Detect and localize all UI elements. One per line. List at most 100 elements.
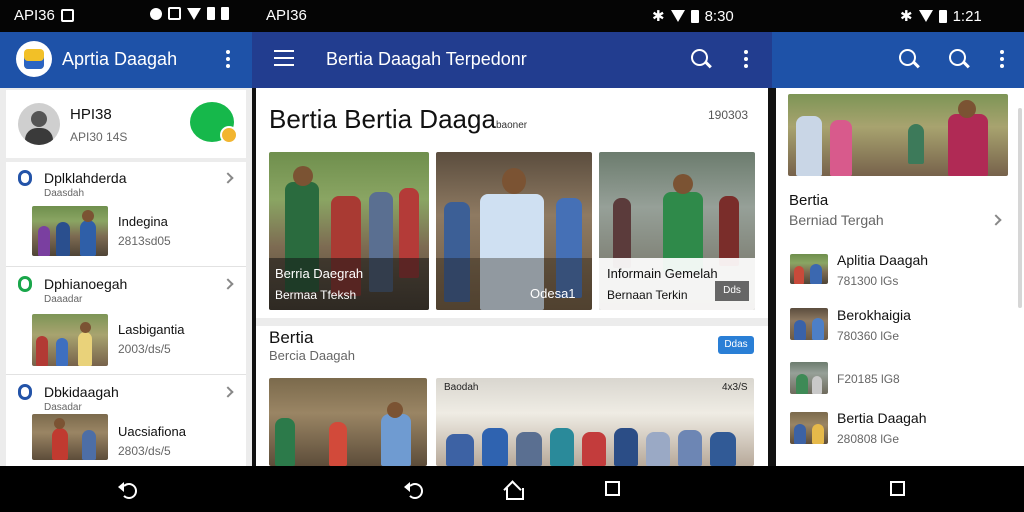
- featured-label: Berria Daegrah Bermaa Tfeksh: [269, 258, 429, 310]
- profile-name: HPI38: [70, 106, 112, 123]
- thumbnail[interactable]: [32, 414, 108, 460]
- profile-sub: API30 14S: [70, 130, 128, 144]
- chevron-right-icon[interactable]: [990, 214, 1002, 226]
- middle-panel: Bertia Bertia Daaga baoner 190303 Berria…: [256, 88, 768, 466]
- right-app-bar: [772, 32, 1024, 88]
- featured-sub: Bermaa Tfeksh: [275, 288, 357, 302]
- battery-icon-right: [938, 9, 947, 23]
- profile-card[interactable]: HPI38 API30 14S: [6, 90, 246, 158]
- headline: Bertia Bertia Daaga: [269, 104, 496, 134]
- category-icon-green: [18, 276, 32, 292]
- home-icon[interactable]: [504, 480, 524, 500]
- thumbnail[interactable]: [32, 206, 108, 256]
- menu-icon[interactable]: [274, 50, 294, 71]
- list-item-sub: 780360 lGe: [837, 329, 900, 343]
- recents-icon[interactable]: [605, 481, 620, 496]
- navigation-bar: [0, 466, 1024, 512]
- category-title[interactable]: Dbkidaagah: [44, 384, 119, 400]
- divider: [6, 266, 246, 267]
- featured-sub: Odesa1: [530, 286, 576, 301]
- category-sub: Berniad Tergah: [789, 212, 884, 228]
- grid-card[interactable]: [269, 378, 427, 466]
- item-sub: 2803/ds/5: [118, 444, 171, 458]
- category-title[interactable]: Dphianoegah: [44, 276, 127, 292]
- section-divider: [256, 318, 768, 326]
- status-bar: API36 API36 ✱ 8:30 ✱ 1:21: [0, 0, 1024, 32]
- item-title: Indegina: [118, 214, 168, 229]
- featured-label: Odesa1: [436, 258, 592, 310]
- grid-meta: 4x3/S: [722, 382, 748, 393]
- shield-icon: [168, 7, 181, 20]
- featured-title: Berria Daegrah: [275, 266, 364, 281]
- search-icon-right-2[interactable]: [948, 48, 970, 70]
- list-item-title[interactable]: Bertia Daagah: [837, 410, 927, 426]
- wifi-icon-right: [918, 10, 933, 22]
- item-title: Uacsiafiona: [118, 424, 186, 439]
- list-item-thumb[interactable]: [790, 362, 828, 394]
- chevron-right-icon[interactable]: [222, 278, 234, 290]
- search-icon-right-1[interactable]: [898, 48, 920, 70]
- wifi-icon: [670, 10, 685, 22]
- signal-icon: [187, 7, 201, 20]
- list-item-thumb[interactable]: [790, 308, 828, 340]
- grid-label: Baodah: [444, 382, 479, 393]
- category-sub: Daaadar: [44, 294, 83, 305]
- thumbnail[interactable]: [32, 314, 108, 366]
- status-icons-mid: ✱ 8:30: [652, 7, 734, 26]
- chevron-right-icon[interactable]: [222, 386, 234, 398]
- bluetooth-icon-right: ✱: [900, 8, 913, 25]
- recents-icon-right[interactable]: [890, 481, 905, 496]
- battery-icon-2: [221, 7, 229, 20]
- api-label-mid: API36: [266, 7, 307, 24]
- checkbox-icon: [60, 9, 74, 22]
- category-title[interactable]: Dplklahderda: [44, 170, 127, 186]
- avatar: [18, 103, 60, 145]
- category-sub: Daasdah: [44, 188, 85, 199]
- right-panel: Bertia Berniad Tergah Aplitia Daagah 781…: [776, 88, 1024, 466]
- featured-sub: Bernaan Terkin: [607, 288, 688, 302]
- list-item-thumb[interactable]: [790, 412, 828, 444]
- list-item-sub: F20185 lG8: [837, 372, 900, 386]
- featured-tag[interactable]: Dds: [715, 281, 749, 301]
- chevron-right-icon[interactable]: [222, 172, 234, 184]
- item-title: Lasbigantia: [118, 322, 185, 337]
- left-app-title: Aprtia Daagah: [62, 49, 178, 69]
- item-sub: 2003/ds/5: [118, 342, 171, 356]
- status-icons-left: [150, 7, 229, 20]
- search-icon[interactable]: [690, 48, 712, 70]
- featured-card[interactable]: Odesa1: [436, 152, 592, 310]
- left-overflow-menu-icon[interactable]: [226, 50, 230, 71]
- grid-card[interactable]: Baodah 4x3/S: [436, 378, 754, 466]
- battery-icon-mid: [690, 9, 699, 23]
- back-icon[interactable]: [118, 480, 137, 499]
- bluetooth-icon: ✱: [652, 8, 665, 25]
- back-icon-mid[interactable]: [404, 480, 423, 499]
- category-icon: [18, 384, 32, 400]
- scrollbar[interactable]: [1018, 108, 1022, 308]
- featured-card[interactable]: Berria Daegrah Bermaa Tfeksh: [269, 152, 429, 310]
- chat-bubble-icon[interactable]: [190, 102, 238, 144]
- category-sub: Dasadar: [44, 402, 82, 413]
- featured-card[interactable]: Informain Gemelah Bernaan Terkin Dds: [599, 152, 755, 310]
- list-item-title[interactable]: Berokhaigia: [837, 307, 911, 323]
- category-title[interactable]: Bertia: [789, 192, 828, 209]
- headline-meta: 190303: [708, 108, 749, 122]
- hero-photo[interactable]: [788, 94, 1008, 176]
- right-overflow-menu-icon[interactable]: [1000, 50, 1004, 71]
- section-tag[interactable]: Ddas: [718, 336, 754, 354]
- list-item-thumb[interactable]: [790, 254, 828, 284]
- app-logo: [16, 41, 52, 77]
- list-item-sub: 781300 lGs: [837, 274, 899, 288]
- item-sub: 2813sd05: [118, 234, 171, 248]
- featured-title: Informain Gemelah: [607, 266, 718, 281]
- middle-app-bar: Bertia Daagah Terpedonr: [252, 32, 772, 88]
- api-label: API36: [14, 7, 55, 24]
- status-icons-right: ✱ 1:21: [900, 7, 982, 26]
- section-title: Bertia: [269, 328, 314, 347]
- list-item-title[interactable]: Aplitia Daagah: [837, 252, 928, 268]
- media-icon: [150, 7, 162, 20]
- battery-icon: [207, 7, 215, 20]
- middle-overflow-menu-icon[interactable]: [744, 50, 748, 71]
- status-bar-left: API36: [14, 7, 74, 24]
- featured-label: Informain Gemelah Bernaan Terkin Dds: [599, 258, 755, 310]
